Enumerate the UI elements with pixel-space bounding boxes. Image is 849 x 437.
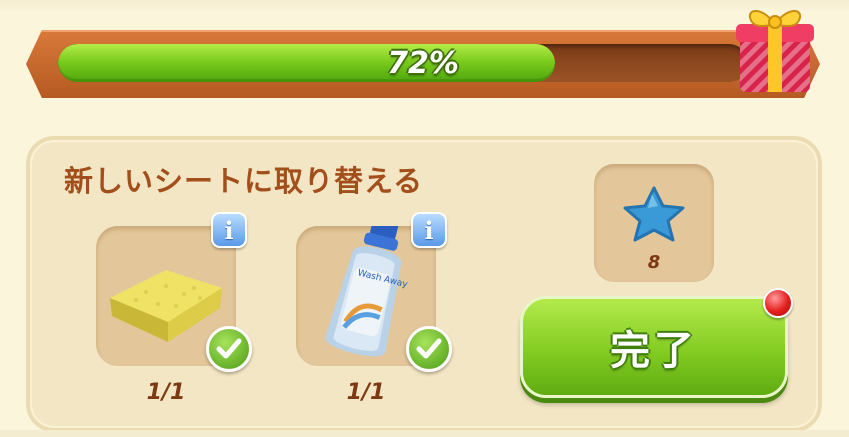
item-count-sponge: 1/1 (146, 380, 186, 405)
item-count-detergent: 1/1 (346, 380, 386, 405)
bottom-edge (0, 430, 849, 437)
top-edge (0, 0, 849, 12)
info-button-sponge[interactable]: i (211, 212, 247, 248)
check-icon (206, 326, 252, 372)
done-button-label: 完了 (610, 328, 698, 374)
reward-count: 8 (647, 252, 661, 273)
blue-star-icon (623, 186, 685, 242)
task-title: 新しいシートに取り替える (64, 164, 424, 198)
info-button-detergent[interactable]: i (411, 212, 447, 248)
done-button[interactable]: 完了 (520, 296, 788, 398)
check-icon (406, 326, 452, 372)
gift-box-icon[interactable] (730, 0, 820, 100)
progress-percent: 72% (387, 45, 459, 81)
notification-dot (763, 288, 793, 318)
